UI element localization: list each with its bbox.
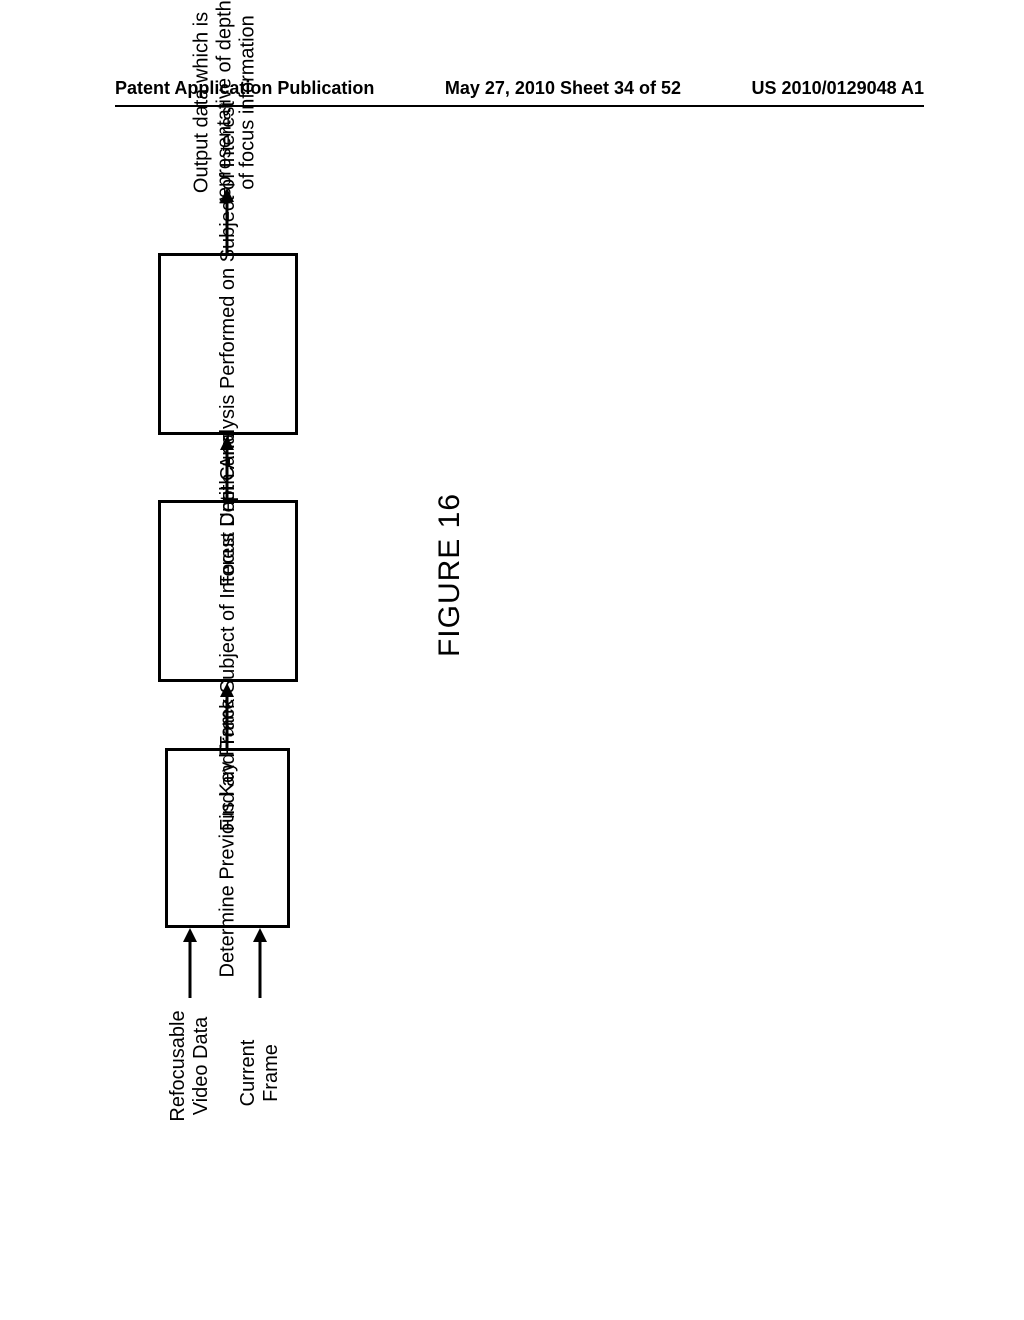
figure-caption: FIGURE 16 <box>433 475 467 675</box>
arrow-in2 <box>250 928 270 998</box>
input-refocusable-video-data: Refocusable Video Data <box>167 1006 213 1126</box>
box-focus-depth-analysis: Focus Depth Analysis Performed on Subjec… <box>158 253 298 435</box>
figure-content: Refocusable Video Data Current Frame Det… <box>0 138 1024 1238</box>
page-header: Patent Application Publication May 27, 2… <box>0 78 1024 107</box>
output-label: Output data which is representative of d… <box>191 0 260 218</box>
header-date-sheet: May 27, 2010 Sheet 34 of 52 <box>445 78 681 99</box>
arrow-in1 <box>180 928 200 998</box>
header-pub-number: US 2010/0129048 A1 <box>752 78 924 99</box>
input-current-frame: Current Frame <box>237 1023 283 1123</box>
